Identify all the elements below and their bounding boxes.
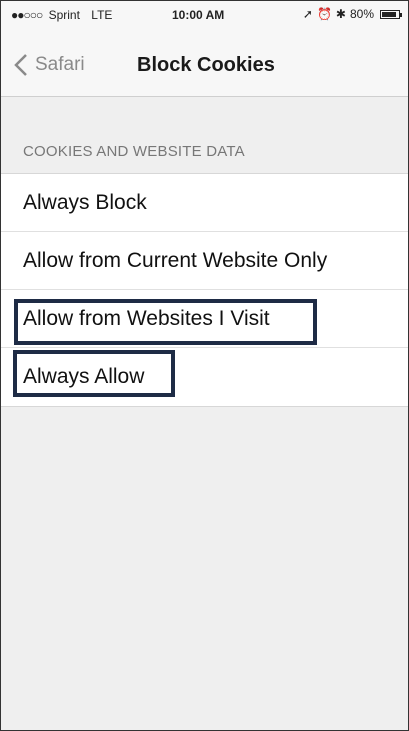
cookie-options-list: Always Block Allow from Current Website … [1, 173, 408, 407]
battery-icon [380, 9, 402, 19]
chevron-left-icon [14, 54, 27, 76]
option-always-block[interactable]: Always Block [1, 174, 408, 232]
option-allow-websites-visited[interactable]: Allow from Websites I Visit [1, 290, 408, 348]
status-bar: ●●○○○ Sprint LTE 10:00 AM ➚ ⏰ ✱ 80% [1, 1, 408, 27]
battery-percentage: 80% [349, 7, 374, 21]
option-label: Always Block [23, 190, 147, 214]
phone-screen: ●●○○○ Sprint LTE 10:00 AM ➚ ⏰ ✱ 80% Safa… [0, 0, 409, 731]
status-right: ➚ ⏰ ✱ 80% [302, 7, 402, 21]
option-label: Allow from Current Website Only [23, 248, 328, 272]
bluetooth-icon: ✱ [335, 7, 346, 21]
page-title: Block Cookies [137, 54, 275, 76]
section-header: COOKIES AND WEBSITE DATA [23, 143, 245, 160]
carrier-name: Sprint [48, 8, 80, 22]
option-label: Allow from Websites I Visit [23, 306, 270, 330]
location-arrow-icon: ➚ [302, 7, 313, 21]
option-allow-current-website[interactable]: Allow from Current Website Only [1, 232, 408, 290]
option-always-allow[interactable]: Always Allow [1, 348, 408, 406]
alarm-icon: ⏰ [316, 7, 332, 21]
network-type: LTE [91, 8, 113, 22]
navigation-bar: Safari Block Cookies [1, 45, 408, 89]
back-button[interactable]: Safari [13, 53, 85, 77]
top-bar: ●●○○○ Sprint LTE 10:00 AM ➚ ⏰ ✱ 80% Safa… [1, 1, 408, 97]
signal-icon: ●●○○○ [11, 8, 43, 22]
carrier-info: ●●○○○ Sprint LTE [11, 8, 112, 22]
status-time: 10:00 AM [172, 8, 225, 22]
back-label: Safari [35, 54, 85, 75]
option-label: Always Allow [23, 365, 145, 388]
